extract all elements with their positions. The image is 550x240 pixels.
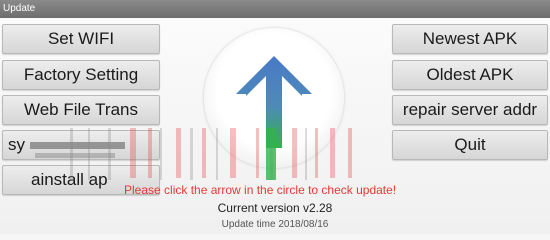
quit-button[interactable]: Quit xyxy=(392,130,548,160)
window-title: Update xyxy=(0,0,550,18)
update-hint: Please click the arrow in the circle to … xyxy=(124,183,397,197)
newest-apk-button[interactable]: Newest APK xyxy=(392,24,548,54)
glitch-overlay xyxy=(30,128,352,180)
current-version: Current version v2.28 xyxy=(217,201,333,215)
factory-setting-button[interactable]: Factory Setting xyxy=(2,60,160,90)
web-file-trans-button[interactable]: Web File Trans xyxy=(2,95,160,125)
set-wifi-button[interactable]: Set WIFI xyxy=(2,24,160,54)
update-time: Update time 2018/08/16 xyxy=(221,219,329,230)
oldest-apk-button[interactable]: Oldest APK xyxy=(392,60,548,90)
repair-server-addr-button[interactable]: repair server addr xyxy=(392,95,548,125)
